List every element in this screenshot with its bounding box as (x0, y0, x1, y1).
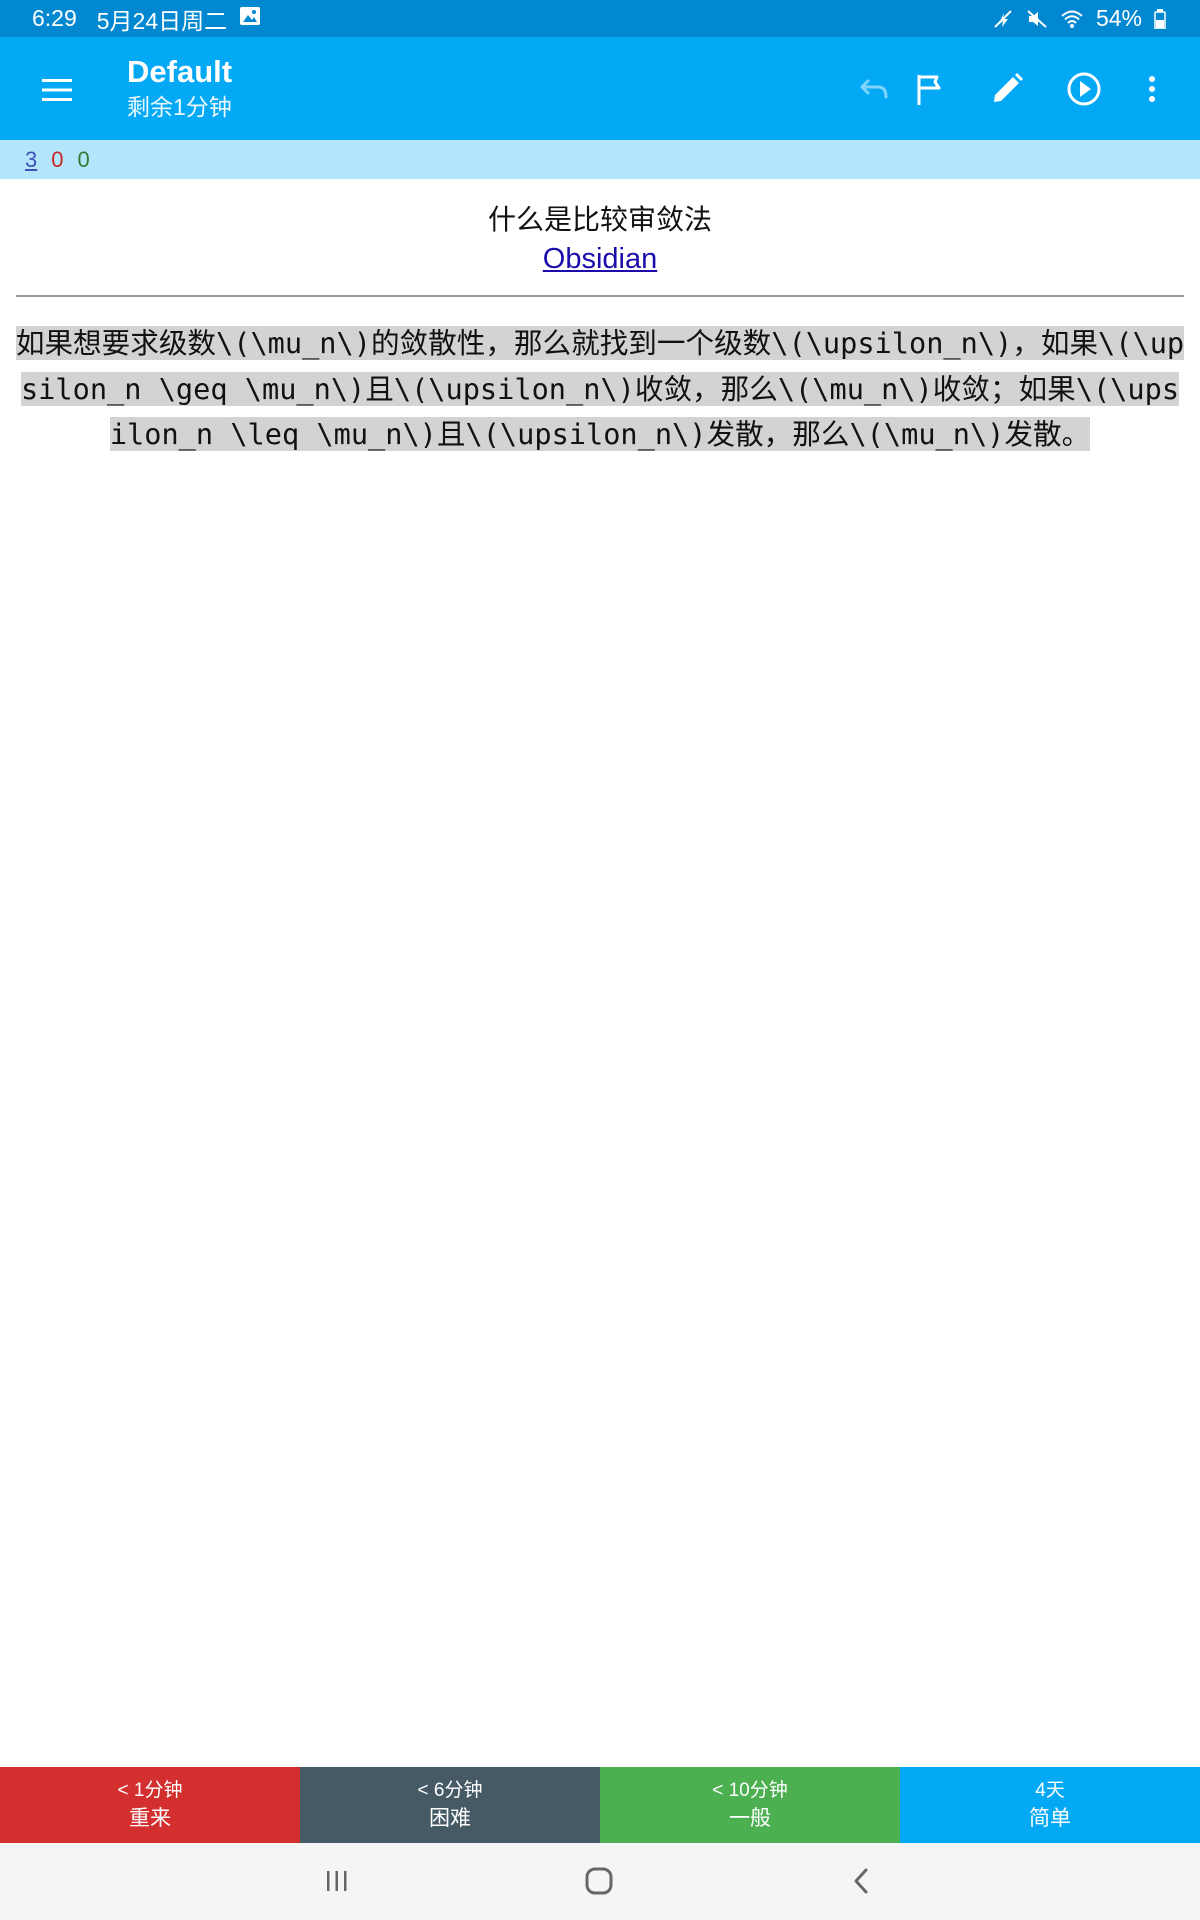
battery-icon (1154, 8, 1166, 29)
status-right: 54% (992, 5, 1166, 32)
answer-divider (16, 295, 1184, 297)
card-answer-text: 如果想要求级数\(\mu_n\)的敛散性，那么就找到一个级数\(\upsilon… (15, 326, 1185, 451)
home-icon[interactable] (579, 1861, 619, 1901)
status-date: 5月24日周二 (96, 7, 228, 34)
recent-apps-icon[interactable] (317, 1861, 357, 1901)
hard-label: 困难 (429, 1807, 471, 1830)
answer-buttons: < 1分钟 重来 < 6分钟 困难 < 10分钟 一般 4天 简单 (0, 1767, 1200, 1843)
learn-count: 0 (51, 146, 64, 172)
source-link[interactable]: Obsidian (543, 239, 657, 279)
hard-interval: < 6分钟 (417, 1780, 483, 1801)
nfc-off-icon (992, 8, 1014, 30)
menu-icon[interactable] (38, 70, 78, 110)
hard-button[interactable]: < 6分钟 困难 (300, 1767, 600, 1843)
app-bar: Default 剩余1分钟 (0, 37, 1200, 140)
flag-icon[interactable] (908, 67, 952, 111)
easy-label: 简单 (1029, 1807, 1071, 1830)
system-nav-bar (0, 1843, 1200, 1920)
time-remaining: 剩余1分钟 (127, 94, 232, 120)
gallery-notification-icon (239, 5, 261, 32)
again-button[interactable]: < 1分钟 重来 (0, 1767, 300, 1843)
easy-interval: 4天 (1035, 1780, 1065, 1801)
status-time: 6:29 (32, 5, 77, 31)
good-interval: < 10分钟 (712, 1780, 788, 1801)
deck-title-block: Default 剩余1分钟 (127, 53, 232, 123)
card-question: 什么是比较审敛法 (487, 203, 712, 236)
deck-title: Default (127, 54, 233, 89)
status-left: 6:29 5月24日周二 (32, 2, 261, 36)
wifi-icon (1060, 9, 1084, 29)
more-options-icon[interactable] (1130, 67, 1174, 111)
battery-level: 54% (1095, 5, 1142, 31)
edit-icon[interactable] (985, 67, 1029, 111)
card-counts: 3 0 0 (0, 140, 1200, 179)
new-count: 3 (25, 146, 38, 172)
back-icon[interactable] (842, 1861, 882, 1901)
good-button[interactable]: < 10分钟 一般 (600, 1767, 900, 1843)
mute-icon (1026, 8, 1048, 30)
undo-icon[interactable] (850, 67, 894, 111)
good-label: 一般 (729, 1807, 771, 1830)
easy-button[interactable]: 4天 简单 (900, 1767, 1200, 1843)
card-answer: 如果想要求级数\(\mu_n\)的敛散性，那么就找到一个级数\(\upsilon… (15, 321, 1185, 458)
status-bar: 6:29 5月24日周二 54% (0, 0, 1200, 37)
again-label: 重来 (129, 1807, 171, 1830)
again-interval: < 1分钟 (117, 1780, 183, 1801)
play-audio-icon[interactable] (1062, 67, 1106, 111)
review-count: 0 (77, 146, 90, 172)
card-content[interactable]: 什么是比较审敛法 Obsidian 如果想要求级数\(\mu_n\)的敛散性，那… (0, 179, 1200, 1767)
